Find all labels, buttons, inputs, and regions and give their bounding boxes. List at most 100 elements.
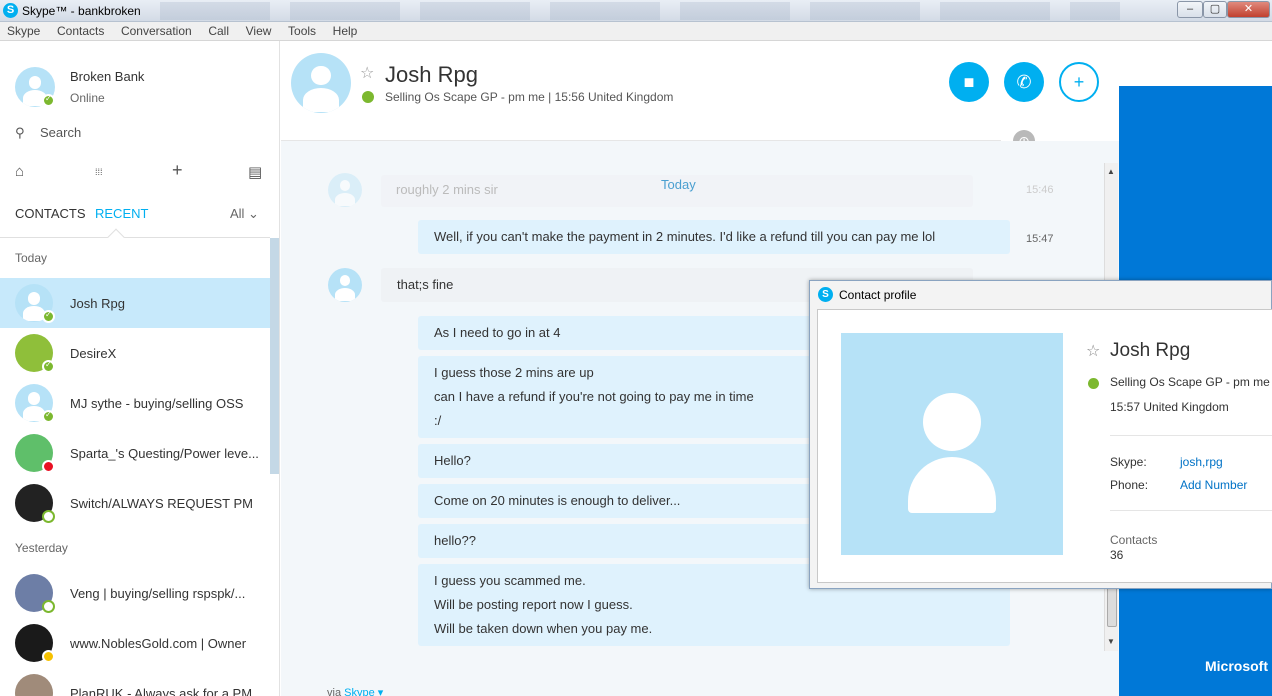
profile-divider	[1110, 510, 1272, 511]
minimize-button[interactable]: –	[1177, 1, 1203, 18]
message-text: Come on 20 minutes is enough to deliver.…	[434, 493, 681, 508]
contact-profile-window: S Contact profile ☆ Josh Rpg Selling Os …	[809, 280, 1272, 589]
profile-local-time: 15:57 United Kingdom	[1110, 400, 1229, 414]
sidebar: Broken Bank Online ⚲ Search ⌂ ⁞⁞⁞ + ▤ CO…	[0, 41, 280, 696]
menu-view[interactable]: View	[239, 22, 278, 38]
filter-all-dropdown[interactable]: All ⌄	[230, 206, 259, 222]
contact-name: Veng | buying/selling rspspk/...	[70, 586, 246, 601]
menu-bar: Skype Contacts Conversation Call View To…	[0, 22, 1272, 41]
search-box[interactable]: ⚲ Search	[15, 123, 265, 143]
my-status-text[interactable]: Online	[70, 91, 105, 105]
profile-mood: Selling Os Scape GP - pm me	[1110, 375, 1270, 389]
skype-logo-icon: S	[818, 287, 833, 302]
sidebar-scrollbar[interactable]	[270, 238, 279, 474]
online-status-icon	[42, 410, 55, 423]
sender-avatar[interactable]	[328, 268, 362, 302]
my-name[interactable]: Broken Bank	[70, 69, 144, 84]
contact-item[interactable]: PlanRUK - Always ask for a PM	[0, 668, 270, 696]
faded-message-text: roughly 2 mins sir	[396, 182, 498, 197]
idle-status-icon	[42, 650, 55, 663]
profile-name: Josh Rpg	[1110, 340, 1191, 361]
message-text: Well, if you can't make the payment in 2…	[434, 229, 936, 244]
taskbar-ghost-tabs	[160, 2, 1120, 20]
contact-item[interactable]: www.NoblesGold.com | Owner	[0, 618, 270, 668]
scroll-thumb[interactable]	[1107, 583, 1117, 627]
favorite-star-icon[interactable]: ☆	[1086, 341, 1100, 361]
add-icon[interactable]: +	[172, 160, 183, 181]
contact-name: MJ sythe - buying/selling OSS	[70, 396, 244, 411]
via-skype-link[interactable]: Skype ▾	[344, 687, 383, 696]
online-status-icon	[1088, 378, 1099, 389]
contact-item[interactable]: DesireX	[0, 328, 270, 378]
sidebar-toolbar: ⌂ ⁞⁞⁞ + ▤	[0, 160, 279, 183]
contact-item[interactable]: Veng | buying/selling rspspk/...	[0, 568, 270, 618]
busy-status-icon	[42, 460, 55, 473]
contact-avatar	[15, 674, 53, 696]
faded-message-time: 15:46	[1026, 184, 1054, 196]
section-yesterday: Yesterday	[15, 541, 68, 555]
tab-indicator	[107, 228, 125, 246]
message-text: Hello?	[434, 453, 471, 468]
contact-item[interactable]: Switch/ALWAYS REQUEST PM	[0, 478, 270, 528]
scroll-down-icon[interactable]: ▼	[1107, 637, 1115, 646]
contacts-count-label: Contacts	[1110, 533, 1158, 547]
bot-icon[interactable]: ▤	[248, 163, 262, 181]
message-text: Will be taken down when you pay me.	[434, 621, 653, 636]
contact-avatar-large[interactable]	[291, 53, 351, 113]
mood-message: Selling Os Scape GP - pm me | 15:56 Unit…	[385, 90, 674, 104]
dialpad-icon[interactable]: ⁞⁞⁞	[95, 167, 103, 177]
tabs-divider	[0, 237, 270, 238]
voice-call-button[interactable]: ✆	[1004, 62, 1044, 102]
contact-name: www.NoblesGold.com | Owner	[70, 636, 247, 651]
contact-item[interactable]: Josh Rpg	[0, 278, 270, 328]
profile-divider	[1110, 435, 1272, 436]
window-title-bar: S Skype™ - bankbroken – ▢ ✕	[0, 0, 1272, 22]
online-status-icon	[362, 91, 374, 103]
add-people-button[interactable]: +	[1059, 62, 1099, 102]
window-title: Skype™ - bankbroken	[22, 4, 141, 18]
contact-item[interactable]: MJ sythe - buying/selling OSS	[0, 378, 270, 428]
tab-recent[interactable]: RECENT	[95, 206, 148, 221]
skype-name-link[interactable]: josh,rpg	[1180, 455, 1223, 469]
contact-name: PlanRUK - Always ask for a PM	[70, 686, 253, 696]
menu-help[interactable]: Help	[326, 22, 364, 38]
message-time: 15:47	[1026, 233, 1054, 245]
conversation-header: ☆ Josh Rpg Selling Os Scape GP - pm me |…	[281, 41, 1119, 152]
scroll-up-icon[interactable]: ▲	[1107, 167, 1115, 176]
contact-tabs: CONTACTS RECENT All ⌄	[15, 206, 265, 224]
menu-skype[interactable]: Skype	[0, 22, 46, 38]
ad-brand-logo: Microsoft	[1205, 658, 1268, 674]
add-number-link[interactable]: Add Number	[1180, 478, 1247, 492]
sender-avatar	[328, 173, 362, 207]
favorite-star-icon[interactable]: ☆	[360, 63, 374, 83]
profile-window-title: Contact profile	[839, 288, 917, 302]
menu-contacts[interactable]: Contacts	[50, 22, 110, 38]
message-text: hello??	[434, 533, 476, 548]
home-icon[interactable]: ⌂	[15, 163, 24, 180]
away-status-icon	[42, 510, 55, 523]
menu-call[interactable]: Call	[201, 22, 235, 38]
online-status-icon	[42, 310, 55, 323]
close-button[interactable]: ✕	[1227, 1, 1270, 18]
menu-tools[interactable]: Tools	[281, 22, 322, 38]
menu-conversation[interactable]: Conversation	[114, 22, 198, 38]
conversation-title[interactable]: Josh Rpg	[385, 62, 478, 88]
profile-body: ☆ Josh Rpg Selling Os Scape GP - pm me 1…	[817, 309, 1272, 583]
video-call-button[interactable]: ■	[949, 62, 989, 102]
message-text: As I need to go in at 4	[434, 325, 561, 340]
online-status-icon	[42, 360, 55, 373]
away-status-icon	[42, 600, 55, 613]
contact-item[interactable]: Sparta_'s Questing/Power leve...	[0, 428, 270, 478]
phone-label: Phone:	[1110, 478, 1149, 492]
date-separator: Today	[661, 177, 696, 192]
maximize-button[interactable]: ▢	[1203, 1, 1227, 18]
my-status-icon	[42, 94, 55, 107]
skype-logo-icon: S	[3, 3, 18, 18]
contact-name: Josh Rpg	[70, 296, 125, 311]
tab-contacts[interactable]: CONTACTS	[15, 206, 86, 221]
message-bubble-outgoing[interactable]: Well, if you can't make the payment in 2…	[418, 220, 1010, 254]
skype-name-label: Skype:	[1110, 455, 1147, 469]
profile-picture	[841, 333, 1063, 555]
message-text: that;s fine	[397, 277, 454, 292]
search-label: Search	[40, 125, 82, 140]
